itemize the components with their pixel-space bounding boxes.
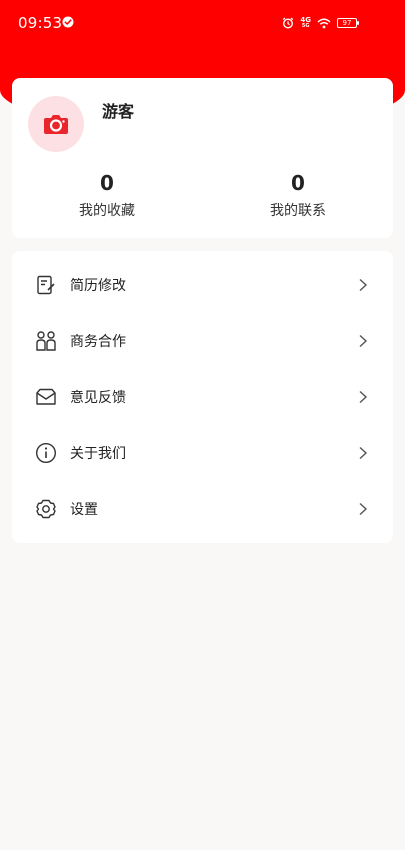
info-icon [34,441,58,465]
menu-item-label: 关于我们 [70,446,126,462]
chevron-right-icon [359,278,368,292]
contacts-count: 0 [291,171,305,195]
menu-item-settings[interactable]: 设置 [12,481,393,537]
battery-level: 97 [342,19,352,27]
network-indicator: 4G 5G [300,17,311,29]
network-sub: 5G [301,23,310,29]
menu-item-business[interactable]: 商务合作 [12,313,393,369]
menu-item-resume-edit[interactable]: 简历修改 [12,257,393,313]
favorites-label: 我的收藏 [79,203,135,219]
status-time: 09:53 [18,14,63,32]
profile-card: 游客 0 我的收藏 0 我的联系 [12,78,393,238]
business-people-icon [34,329,58,353]
menu-item-label: 简历修改 [70,278,126,294]
menu-item-label: 意见反馈 [70,390,126,406]
status-icons: 4G 5G 97 [282,14,359,32]
menu-card: 简历修改 商务合作 意见反馈 关于我们 设置 [12,251,393,543]
chevron-right-icon [359,334,368,348]
stat-favorites[interactable]: 0 我的收藏 [47,170,167,220]
avatar[interactable] [28,96,84,152]
wifi-icon [317,18,331,28]
chevron-right-icon [359,446,368,460]
chevron-right-icon [359,502,368,516]
camera-icon [44,115,68,134]
contacts-label: 我的联系 [270,203,326,219]
settings-gear-icon [34,497,58,521]
stat-contacts[interactable]: 0 我的联系 [238,170,358,220]
menu-item-about[interactable]: 关于我们 [12,425,393,481]
menu-item-feedback[interactable]: 意见反馈 [12,369,393,425]
check-circle-icon [62,16,74,28]
resume-edit-icon [34,273,58,297]
battery-icon: 97 [337,18,359,28]
feedback-envelope-icon [34,385,58,409]
menu-item-label: 设置 [70,502,98,518]
menu-item-label: 商务合作 [70,334,126,350]
chevron-right-icon [359,390,368,404]
favorites-count: 0 [100,171,114,195]
alarm-clock-icon [283,17,294,29]
username: 游客 [102,102,135,121]
status-bar: 09:53 4G 5G 97 [0,0,405,46]
